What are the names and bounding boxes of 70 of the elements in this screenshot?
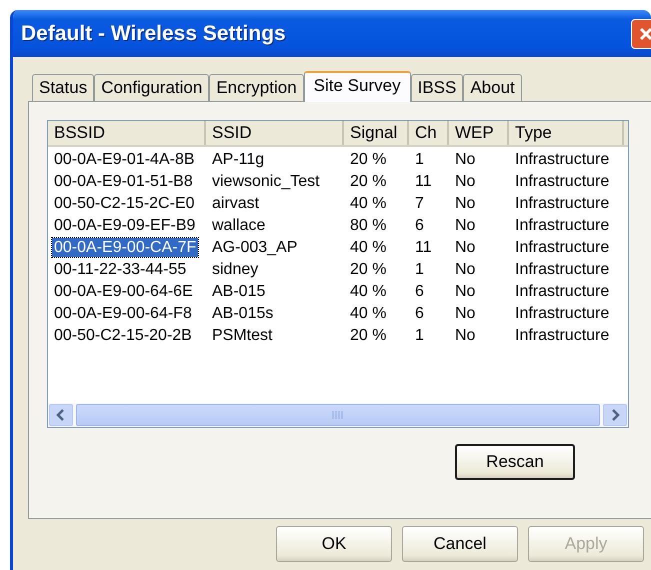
table-cell-text: Infrastructure bbox=[514, 172, 610, 191]
column-header[interactable]: WEP bbox=[449, 121, 509, 145]
table-cell-text: No bbox=[454, 282, 476, 301]
table-cell[interactable]: 00-0A-E9-01-4A-8B bbox=[52, 150, 197, 169]
table-cell-text: sidney bbox=[211, 260, 260, 279]
table-cell[interactable]: 00-0A-E9-00-CA-7F bbox=[52, 238, 198, 257]
table-cell-text: No bbox=[454, 304, 476, 323]
table-cell[interactable]: 00-0A-E9-09-EF-B9 bbox=[52, 216, 198, 235]
table-cell-text: Infrastructure bbox=[514, 238, 610, 257]
table-cell-text: 80 % bbox=[349, 216, 388, 235]
table-cell-text: wallace bbox=[211, 216, 266, 235]
table-cell[interactable]: 00-0A-E9-01-51-B8 bbox=[52, 172, 195, 191]
dialog-button[interactable]: OK bbox=[276, 526, 392, 562]
dialog-button[interactable]: Cancel bbox=[402, 526, 518, 562]
table-cell-text: 20 % bbox=[349, 260, 388, 279]
window-title: Default - Wireless Settings bbox=[21, 22, 286, 46]
table-cell-text: 6 bbox=[414, 304, 425, 323]
table-cell[interactable]: 00-50-C2-15-2C-E0 bbox=[52, 194, 197, 213]
table-cell-text: 20 % bbox=[349, 172, 388, 191]
tab[interactable]: Configuration bbox=[94, 74, 210, 101]
tab[interactable]: Site Survey bbox=[304, 71, 411, 102]
tab[interactable]: Status bbox=[32, 74, 94, 101]
table-cell-text: Infrastructure bbox=[514, 326, 610, 345]
table-cell[interactable]: 00-0A-E9-00-64-F8 bbox=[52, 304, 194, 323]
table-cell-text: No bbox=[454, 172, 476, 191]
table-cell-text: AB-015s bbox=[211, 304, 274, 323]
table-cell-text: No bbox=[454, 194, 476, 213]
table-cell-text: PSMtest bbox=[211, 326, 274, 345]
table-cell[interactable]: 00-50-C2-15-20-2B bbox=[52, 326, 194, 345]
column-header[interactable]: SSID bbox=[206, 121, 344, 145]
table-cell-text: No bbox=[454, 150, 476, 169]
rescan-button[interactable]: Rescan bbox=[455, 444, 575, 480]
tab[interactable]: Encryption bbox=[209, 74, 304, 101]
table-cell-text: 20 % bbox=[349, 326, 388, 345]
tab[interactable]: IBSS bbox=[410, 74, 464, 101]
table-cell[interactable]: 00-11-22-33-44-55 bbox=[52, 260, 188, 279]
column-header[interactable]: Ch bbox=[409, 121, 449, 145]
table-cell-text: AP-11g bbox=[211, 150, 266, 169]
table-cell-text: 1 bbox=[414, 260, 425, 279]
table-cell-text: 11 bbox=[414, 238, 433, 257]
table-cell-text: Infrastructure bbox=[514, 194, 610, 213]
table-cell-text: 20 % bbox=[349, 150, 388, 169]
table-cell-text: 1 bbox=[414, 326, 425, 345]
table-cell-text: 6 bbox=[414, 282, 425, 301]
table-cell-text: No bbox=[454, 238, 476, 257]
table-cell-text: Infrastructure bbox=[514, 260, 610, 279]
table-cell-text: 40 % bbox=[349, 194, 388, 213]
table-cell-text: 1 bbox=[414, 150, 425, 169]
table-cell-text: 6 bbox=[414, 216, 425, 235]
column-header[interactable]: BSSID bbox=[48, 121, 206, 145]
table-cell-text: No bbox=[454, 260, 476, 279]
table-cell-text: 40 % bbox=[349, 304, 388, 323]
table-cell-text: 40 % bbox=[349, 238, 388, 257]
table-cell-text: 7 bbox=[414, 194, 425, 213]
table-cell-text: No bbox=[454, 216, 476, 235]
table-cell[interactable]: 00-0A-E9-00-64-6E bbox=[52, 282, 195, 301]
column-header[interactable]: Type bbox=[509, 121, 624, 145]
table-cell-text: AB-015 bbox=[211, 282, 266, 301]
table-cell-text: Infrastructure bbox=[514, 216, 610, 235]
table-cell-text: 40 % bbox=[349, 282, 388, 301]
table-cell-text: Infrastructure bbox=[514, 150, 610, 169]
table-cell-text: Infrastructure bbox=[514, 304, 610, 323]
tab[interactable]: About bbox=[463, 74, 522, 101]
table-cell-text: No bbox=[454, 326, 476, 345]
table-cell-text: AG-003_AP bbox=[211, 238, 298, 257]
column-header[interactable]: Signal bbox=[344, 121, 409, 145]
table-cell-text: airvast bbox=[211, 194, 260, 213]
table-cell-text: Infrastructure bbox=[514, 282, 610, 301]
table-cell-text: 11 bbox=[414, 172, 433, 191]
table-cell-text: viewsonic_Test bbox=[211, 172, 321, 191]
